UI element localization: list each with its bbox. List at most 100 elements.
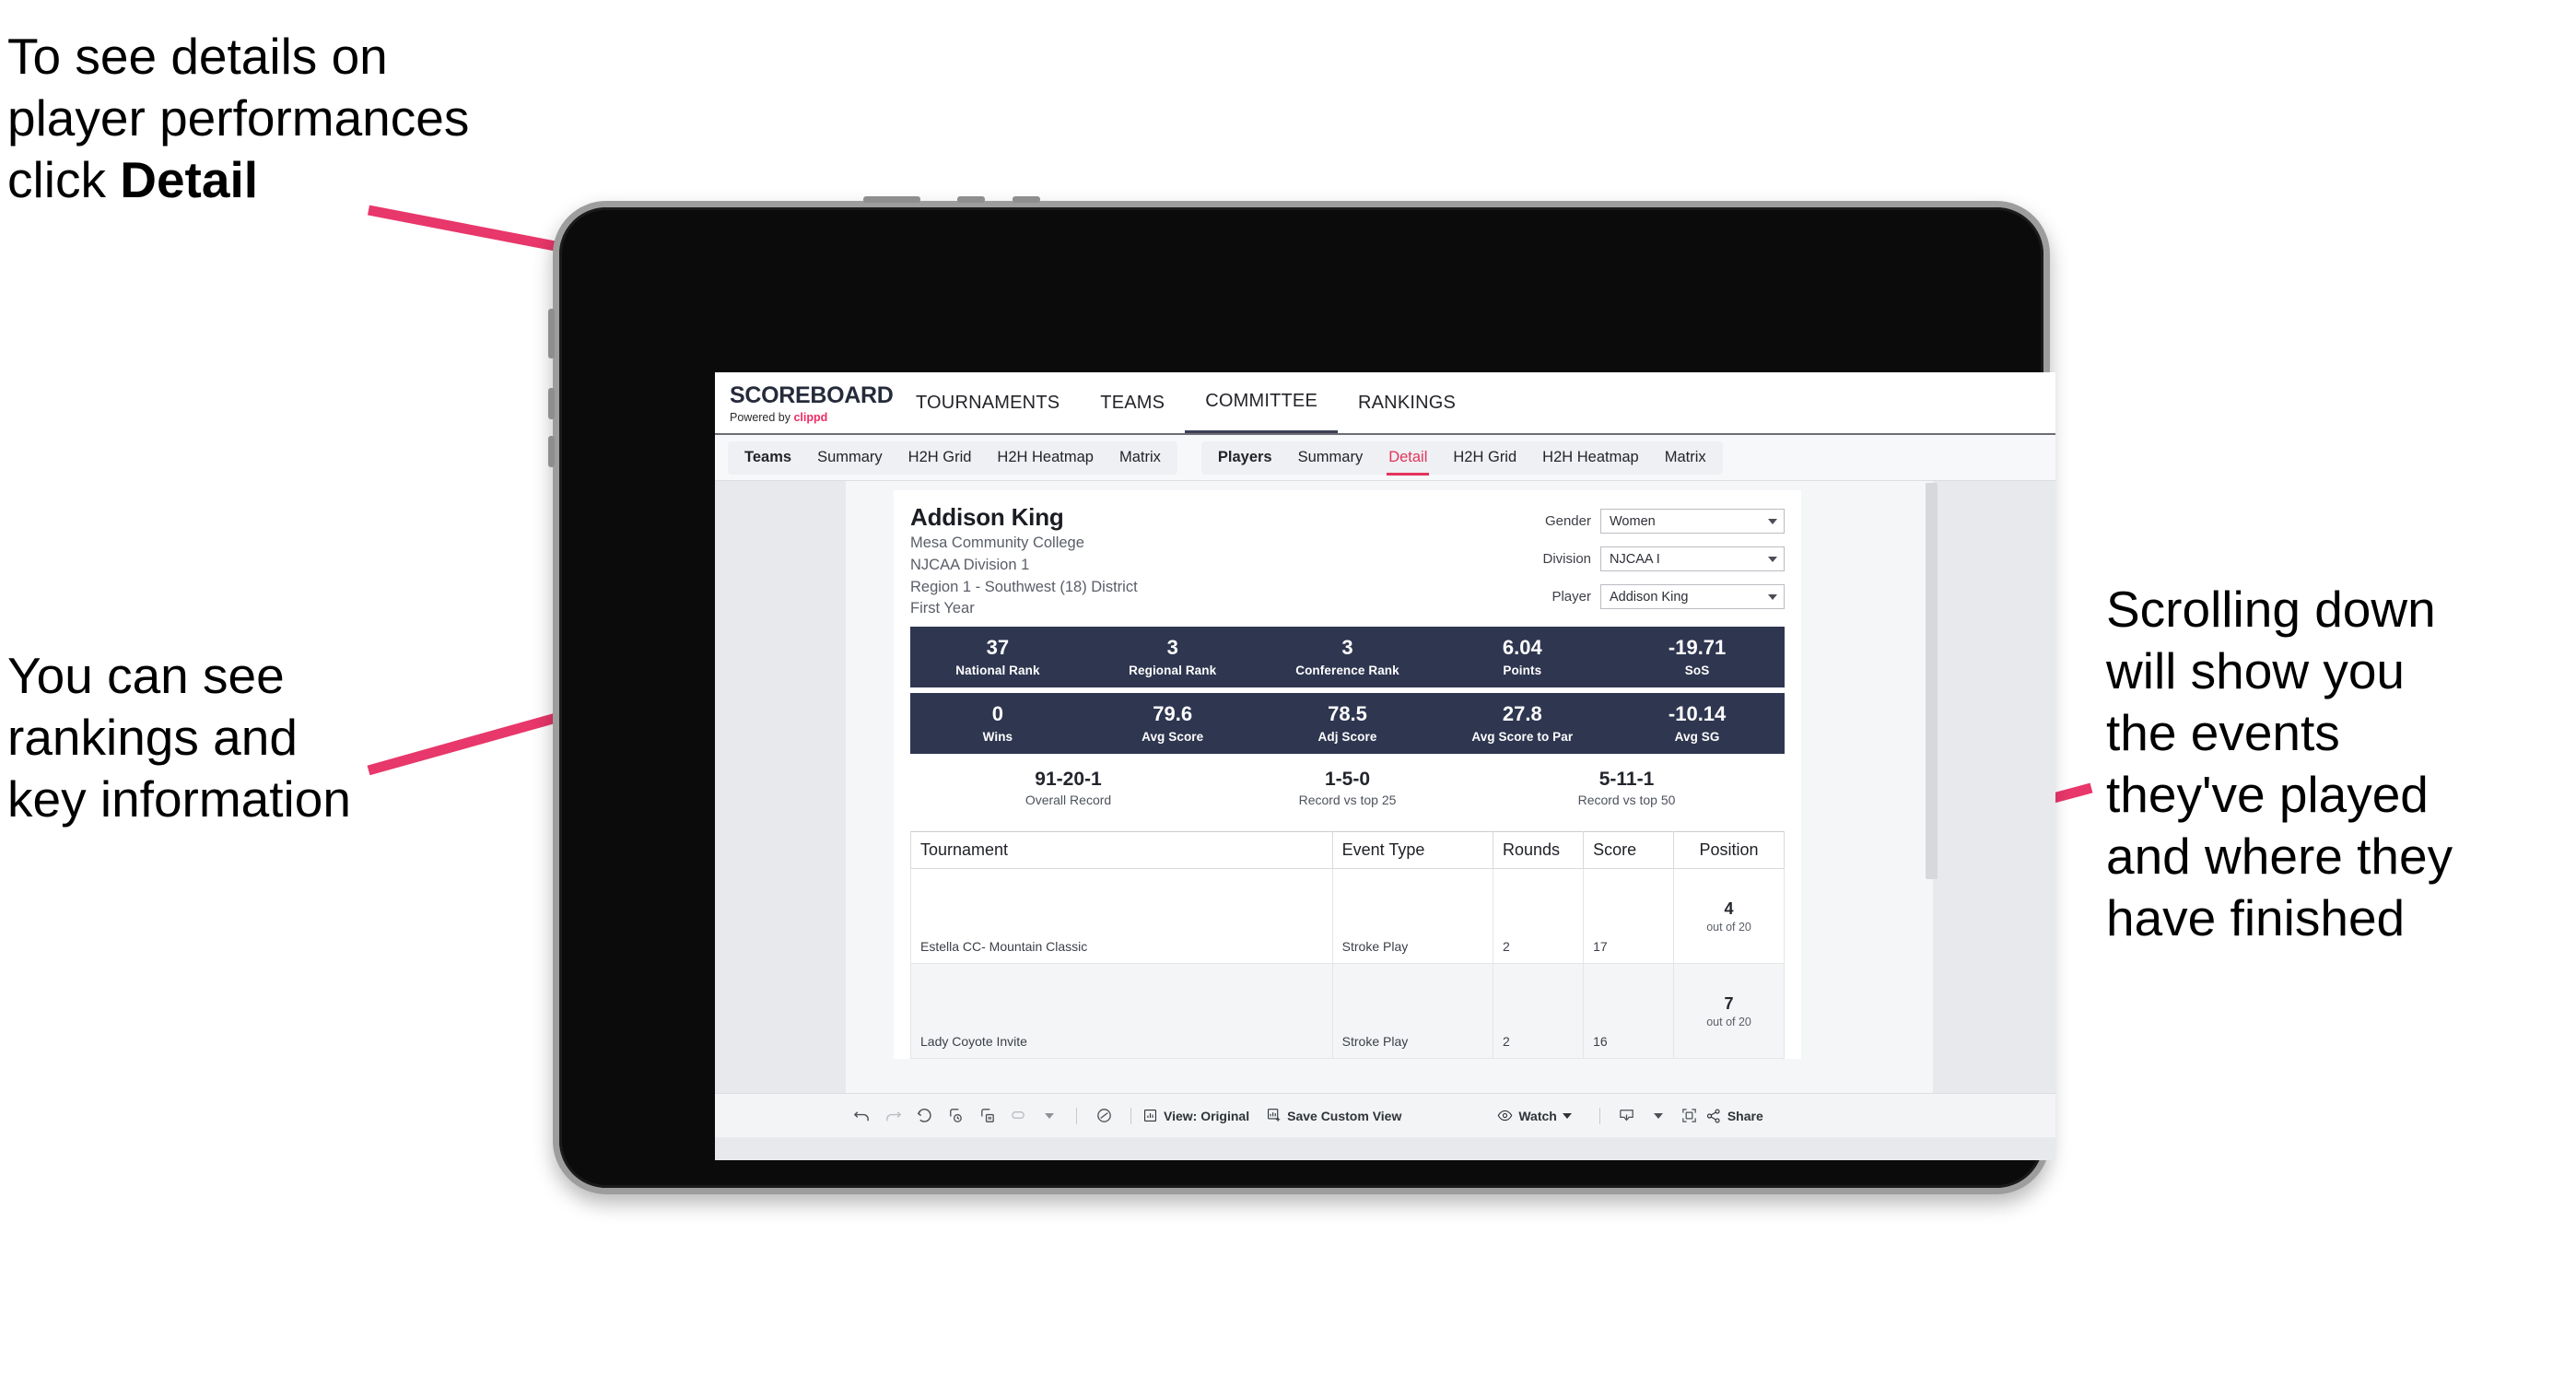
cell-rounds: 2: [1492, 868, 1585, 965]
device-button-side-1[interactable]: [548, 309, 555, 358]
tab-teams-matrix[interactable]: Matrix: [1107, 441, 1174, 475]
events-table-header-row: Tournament Event Type Rounds Score Posit…: [910, 831, 1785, 870]
pause-updates-icon[interactable]: [1002, 1102, 1034, 1130]
record-value: 91-20-1: [1035, 769, 1102, 791]
view-original-button[interactable]: View: Original: [1142, 1108, 1249, 1123]
stat-value: -10.14: [1668, 702, 1727, 726]
device-button-top-3[interactable]: [1013, 196, 1040, 203]
cell-event-type: Stroke Play: [1331, 868, 1494, 965]
save-custom-view-label: Save Custom View: [1287, 1108, 1402, 1123]
filter-select-gender[interactable]: Women: [1600, 509, 1785, 534]
column-header-event-type[interactable]: Event Type: [1331, 831, 1494, 870]
record-vs-top-25: 1-5-0 Record vs top 25: [1208, 769, 1487, 807]
chevron-down-icon[interactable]: [1643, 1102, 1674, 1130]
record-label: Record vs top 50: [1577, 793, 1676, 808]
column-header-score[interactable]: Score: [1583, 831, 1675, 870]
filter-row-player: Player Addison King: [1481, 584, 1785, 609]
column-header-rounds[interactable]: Rounds: [1492, 831, 1585, 870]
stat-label: Wins: [982, 729, 1013, 744]
topnav-item-teams[interactable]: TEAMS: [1080, 372, 1185, 433]
tab-players-summary[interactable]: Summary: [1285, 441, 1376, 475]
filter-row-gender: Gender Women: [1481, 509, 1785, 534]
stat-avg-score-to-par: 27.8 Avg Score to Par: [1434, 703, 1610, 744]
revert-icon[interactable]: [908, 1102, 940, 1130]
tab-teams[interactable]: Teams: [732, 441, 804, 475]
stat-value: 79.6: [1153, 702, 1193, 726]
tab-players[interactable]: Players: [1205, 441, 1285, 475]
column-header-tournament[interactable]: Tournament: [910, 831, 1333, 870]
stat-label: Avg Score: [1142, 729, 1204, 744]
tabgroup-players: Players Summary Detail H2H Grid H2H Heat…: [1200, 440, 1723, 476]
stat-value: 6.04: [1502, 636, 1542, 660]
device-button-volume-up[interactable]: [548, 388, 555, 419]
tab-teams-h2h-grid[interactable]: H2H Grid: [896, 441, 985, 475]
redo-icon[interactable]: [877, 1102, 908, 1130]
stat-label: Adj Score: [1317, 729, 1377, 744]
stat-adj-score: 78.5 Adj Score: [1260, 703, 1435, 744]
stat-value: -19.71: [1668, 636, 1727, 660]
stat-points: 6.04 Points: [1434, 636, 1610, 677]
brand-logo[interactable]: SCOREBOARD Powered by clippd: [715, 372, 896, 433]
undo-icon[interactable]: [846, 1102, 877, 1130]
viz-body: Addison King Mesa Community College NJCA…: [715, 481, 2055, 1093]
fullscreen-icon[interactable]: [1674, 1102, 1705, 1130]
tab-players-h2h-heatmap[interactable]: H2H Heatmap: [1529, 441, 1652, 475]
brand-powered-prefix: Powered by: [730, 410, 794, 424]
stat-avg-score: 79.6 Avg Score: [1085, 702, 1260, 744]
filter-value-player: Addison King: [1610, 589, 1689, 605]
brand-subtitle: Powered by clippd: [730, 411, 896, 424]
player-detail-card: Addison King Mesa Community College NJCA…: [894, 490, 1801, 1060]
save-custom-view-button[interactable]: Save Custom View: [1266, 1108, 1401, 1123]
tab-teams-h2h-heatmap[interactable]: H2H Heatmap: [984, 441, 1107, 475]
filter-select-division[interactable]: NJCAA I: [1600, 546, 1785, 571]
position-subtext: out of 20: [1706, 920, 1751, 934]
chevron-down-icon[interactable]: [1034, 1102, 1065, 1130]
topnav-item-committee[interactable]: COMMITTEE: [1185, 372, 1338, 433]
refresh-icon[interactable]: [940, 1102, 971, 1130]
tab-players-detail[interactable]: Detail: [1376, 441, 1440, 476]
topnav-item-tournaments[interactable]: TOURNAMENTS: [896, 372, 1080, 433]
viz-toolbar: View: Original Save Custom View Watch Sh…: [715, 1093, 2055, 1137]
vertical-scrollbar[interactable]: [1926, 481, 1938, 1093]
stat-label: SoS: [1684, 663, 1710, 677]
chevron-down-icon: [1768, 593, 1777, 600]
records-row: 91-20-1 Overall Record 1-5-0 Record vs t…: [910, 769, 1785, 811]
column-header-position[interactable]: Position: [1673, 831, 1785, 870]
position-subtext: out of 20: [1706, 1015, 1751, 1028]
position-value: 7: [1724, 993, 1734, 1013]
table-row[interactable]: Estella CC- Mountain Classic Stroke Play…: [910, 868, 1785, 965]
watch-button[interactable]: Watch: [1497, 1108, 1572, 1123]
clear-sheet-icon[interactable]: [1088, 1102, 1119, 1130]
stat-label: National Rank: [955, 663, 1040, 677]
stat-regional-rank: 3 Regional Rank: [1085, 636, 1260, 677]
tab-players-h2h-grid[interactable]: H2H Grid: [1440, 441, 1529, 475]
device-button-volume-down[interactable]: [548, 436, 555, 467]
table-row[interactable]: Lady Coyote Invite Stroke Play 2 16 7 ou…: [910, 963, 1785, 1060]
filter-select-player[interactable]: Addison King: [1600, 584, 1785, 609]
player-header: Addison King Mesa Community College NJCA…: [910, 503, 1785, 619]
device-button-top-1[interactable]: [863, 196, 920, 203]
record-value: 5-11-1: [1598, 769, 1655, 791]
download-icon[interactable]: [1611, 1102, 1643, 1130]
stat-value: 3: [1166, 636, 1178, 660]
scrollbar-thumb[interactable]: [1926, 483, 1938, 879]
cell-score: 16: [1583, 963, 1675, 1060]
tab-teams-summary[interactable]: Summary: [804, 441, 896, 475]
stats-bar-rankings: 37 National Rank 3 Regional Rank 3 Confe…: [910, 627, 1785, 688]
record-label: Record vs top 25: [1298, 793, 1397, 808]
tab-players-matrix[interactable]: Matrix: [1652, 441, 1719, 475]
share-label: Share: [1727, 1108, 1763, 1123]
filter-value-gender: Women: [1610, 513, 1656, 529]
device-button-top-2[interactable]: [957, 196, 985, 203]
pause-refresh-icon[interactable]: [971, 1102, 1002, 1130]
toolbar-divider: [1076, 1107, 1077, 1124]
share-button[interactable]: Share: [1705, 1108, 1763, 1124]
position-value: 4: [1724, 899, 1734, 918]
record-overall: 91-20-1 Overall Record: [929, 769, 1208, 807]
sub-navigation: Teams Summary H2H Grid H2H Heatmap Matri…: [715, 435, 2055, 481]
topnav-item-rankings[interactable]: RANKINGS: [1338, 372, 1476, 433]
screenshot-root: To see details on player performances cl…: [0, 0, 2576, 1386]
stat-label: Regional Rank: [1129, 663, 1217, 677]
tabgroup-teams: Teams Summary H2H Grid H2H Heatmap Matri…: [728, 440, 1177, 475]
browser-screen: SCOREBOARD Powered by clippd TOURNAMENTS…: [715, 372, 2055, 1160]
